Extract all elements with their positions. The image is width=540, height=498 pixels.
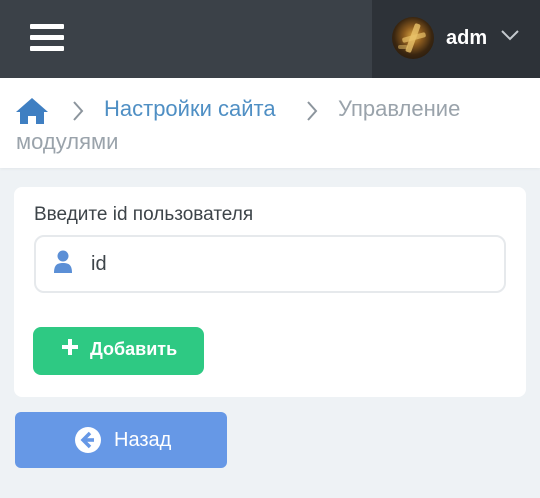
chevron-right-icon xyxy=(307,101,318,121)
menu-bar xyxy=(30,46,64,51)
back-button-label: Назад xyxy=(114,429,172,451)
chevron-down-icon xyxy=(501,30,519,41)
user-id-value: id xyxy=(91,253,107,275)
chevron-right-icon xyxy=(73,101,84,121)
user-name: adm xyxy=(446,27,488,49)
arrow-left-circle-icon xyxy=(75,427,101,453)
user-id-label: Введите id пользователя xyxy=(34,204,254,225)
menu-bar xyxy=(30,35,64,40)
add-button-label: Добавить xyxy=(90,339,178,359)
user-icon xyxy=(54,250,72,273)
plus-icon xyxy=(62,339,78,355)
breadcrumb-current-continued: модулями xyxy=(16,129,119,154)
home-icon[interactable] xyxy=(15,96,49,126)
breadcrumb-link-site-settings[interactable]: Настройки сайта xyxy=(104,96,276,122)
hamburger-menu-icon[interactable] xyxy=(30,24,66,52)
user-avatar xyxy=(392,17,434,59)
menu-bar xyxy=(30,24,64,29)
user-menu[interactable]: adm xyxy=(372,0,540,78)
breadcrumb-current: Управление xyxy=(338,96,461,121)
